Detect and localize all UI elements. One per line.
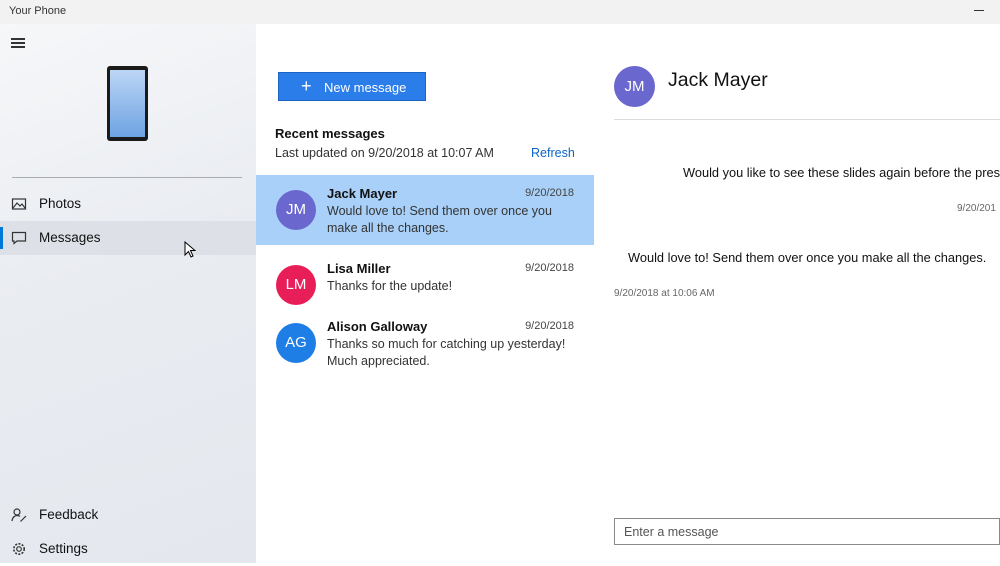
sidebar-item-label: Messages <box>39 230 101 245</box>
conversation-name: Lisa Miller <box>327 261 391 276</box>
active-indicator <box>0 227 3 249</box>
recent-messages-heading: Recent messages <box>275 126 385 141</box>
incoming-message: Would love to! Send them over once you m… <box>628 250 987 265</box>
sidebar-item-feedback[interactable]: Feedback <box>0 498 256 532</box>
contact-name: Jack Mayer <box>668 69 768 91</box>
conversation-preview: Thanks for the update! <box>327 279 453 293</box>
minimize-icon[interactable] <box>972 4 986 18</box>
conversation-pane: JM Jack Mayer Would you like to see thes… <box>594 24 1000 563</box>
phone-illustration <box>107 66 148 141</box>
message-timestamp: 9/20/201 <box>957 203 996 214</box>
last-updated-text: Last updated on 9/20/2018 at 10:07 AM <box>275 146 494 160</box>
sidebar-item-label: Feedback <box>39 507 99 522</box>
conversation-preview: Would love to! Send them over once you m… <box>327 204 552 235</box>
conversation-date: 9/20/2018 <box>525 187 574 199</box>
message-input[interactable] <box>614 518 1000 545</box>
sidebar-item-messages[interactable]: Messages <box>0 221 256 255</box>
refresh-link[interactable]: Refresh <box>531 146 575 160</box>
messages-icon <box>11 230 27 246</box>
outgoing-message: Would you like to see these slides again… <box>683 165 1000 180</box>
conversation-item-alison-galloway[interactable]: AG Alison Galloway 9/20/2018 Thanks so m… <box>256 308 594 378</box>
feedback-icon <box>11 507 27 523</box>
sidebar-item-label: Settings <box>39 541 88 556</box>
conversation-item-jack-mayer[interactable]: JM Jack Mayer 9/20/2018 Would love to! S… <box>256 175 594 245</box>
avatar: LM <box>276 265 316 305</box>
sidebar-item-photos[interactable]: Photos <box>0 187 256 221</box>
plus-icon: + <box>301 76 312 96</box>
messages-list-pane: + New message Recent messages Last updat… <box>256 24 594 563</box>
gear-icon <box>11 541 27 557</box>
hamburger-menu-icon[interactable] <box>11 38 25 48</box>
sidebar: Photos Messages Feedback Settings <box>0 24 256 563</box>
title-bar: Your Phone <box>0 0 1000 24</box>
conversation-name: Jack Mayer <box>327 186 398 201</box>
mouse-cursor-icon <box>184 241 196 258</box>
avatar: JM <box>276 190 316 230</box>
photos-icon <box>11 196 27 212</box>
conversation-date: 9/20/2018 <box>525 262 574 274</box>
conversation-date: 9/20/2018 <box>525 320 574 332</box>
sidebar-item-settings[interactable]: Settings <box>0 532 256 566</box>
sidebar-item-label: Photos <box>39 196 82 211</box>
header-divider <box>614 119 1000 120</box>
conversation-name: Alison Galloway <box>327 319 428 334</box>
conversation-preview: Thanks so much for catching up yesterday… <box>327 337 566 368</box>
avatar: AG <box>276 323 316 363</box>
window-title: Your Phone <box>9 5 67 17</box>
new-message-button[interactable]: + New message <box>278 72 426 101</box>
sidebar-divider <box>12 177 242 178</box>
avatar: JM <box>614 66 655 107</box>
message-timestamp: 9/20/2018 at 10:06 AM <box>614 288 715 299</box>
